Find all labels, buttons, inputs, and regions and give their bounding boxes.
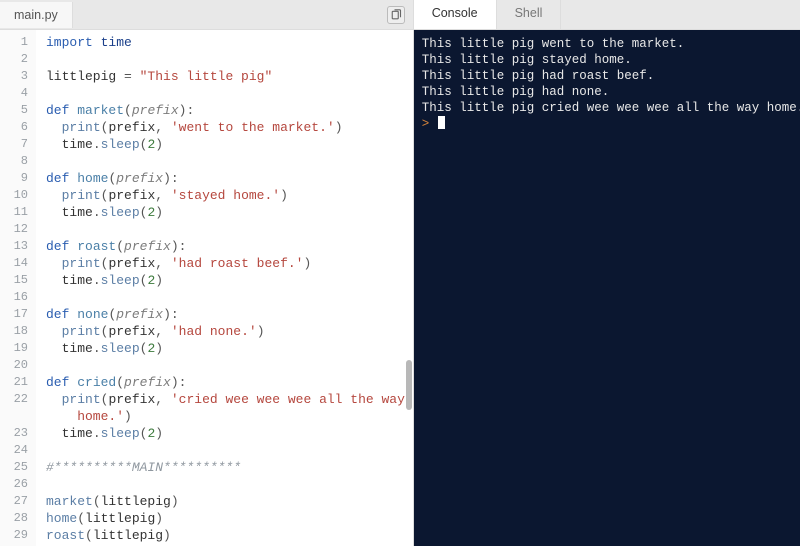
code-content[interactable]: import time littlepig = "This little pig"… (36, 30, 413, 546)
code-line[interactable]: def cried(prefix): (46, 374, 413, 391)
code-editor[interactable]: 1234567891011121314151617181920212223242… (0, 30, 413, 546)
code-line[interactable]: home.') (46, 408, 413, 425)
console-line: This little pig had none. (422, 84, 800, 100)
code-line[interactable]: def market(prefix): (46, 102, 413, 119)
code-line[interactable]: import time (46, 34, 413, 51)
code-line[interactable] (46, 476, 413, 493)
editor-scrollbar-thumb[interactable] (406, 360, 412, 410)
code-line[interactable]: time.sleep(2) (46, 340, 413, 357)
code-line[interactable]: time.sleep(2) (46, 204, 413, 221)
code-line[interactable]: def none(prefix): (46, 306, 413, 323)
code-line[interactable]: littlepig = "This little pig" (46, 68, 413, 85)
tab-console[interactable]: Console (414, 0, 497, 29)
code-line[interactable] (46, 221, 413, 238)
console-cursor (438, 116, 445, 129)
code-line[interactable]: roast(littlepig) (46, 527, 413, 544)
code-line[interactable] (46, 153, 413, 170)
code-line[interactable]: market(littlepig) (46, 493, 413, 510)
code-line[interactable] (46, 442, 413, 459)
editor-tab-main[interactable]: main.py (0, 2, 73, 28)
tab-shell[interactable]: Shell (497, 0, 562, 29)
code-line[interactable]: print(prefix, 'went to the market.') (46, 119, 413, 136)
code-line[interactable]: time.sleep(2) (46, 272, 413, 289)
console-line: This little pig had roast beef. (422, 68, 800, 84)
right-pane: Console Shell This little pig went to th… (414, 0, 800, 546)
console-output[interactable]: This little pig went to the market.This … (414, 30, 800, 546)
code-line[interactable]: #**********MAIN********** (46, 459, 413, 476)
code-line[interactable]: def roast(prefix): (46, 238, 413, 255)
console-line: This little pig cried wee wee wee all th… (422, 100, 800, 116)
code-line[interactable]: print(prefix, 'had roast beef.') (46, 255, 413, 272)
right-tab-bar: Console Shell (414, 0, 800, 30)
console-line: This little pig went to the market. (422, 36, 800, 52)
code-line[interactable]: home(littlepig) (46, 510, 413, 527)
line-gutter: 1234567891011121314151617181920212223242… (0, 30, 36, 546)
code-line[interactable]: time.sleep(2) (46, 136, 413, 153)
editor-tab-bar: main.py (0, 0, 413, 30)
code-line[interactable] (46, 289, 413, 306)
editor-pane: main.py 12345678910111213141516171819202… (0, 0, 414, 546)
code-line[interactable]: time.sleep(2) (46, 425, 413, 442)
files-icon[interactable] (387, 6, 405, 24)
code-line[interactable]: print(prefix, 'had none.') (46, 323, 413, 340)
code-line[interactable]: print(prefix, 'cried wee wee wee all the… (46, 391, 413, 408)
console-prompt[interactable]: > (422, 116, 800, 132)
code-line[interactable]: print(prefix, 'stayed home.') (46, 187, 413, 204)
code-line[interactable]: def home(prefix): (46, 170, 413, 187)
console-line: This little pig stayed home. (422, 52, 800, 68)
code-line[interactable] (46, 51, 413, 68)
code-line[interactable] (46, 85, 413, 102)
code-line[interactable] (46, 357, 413, 374)
